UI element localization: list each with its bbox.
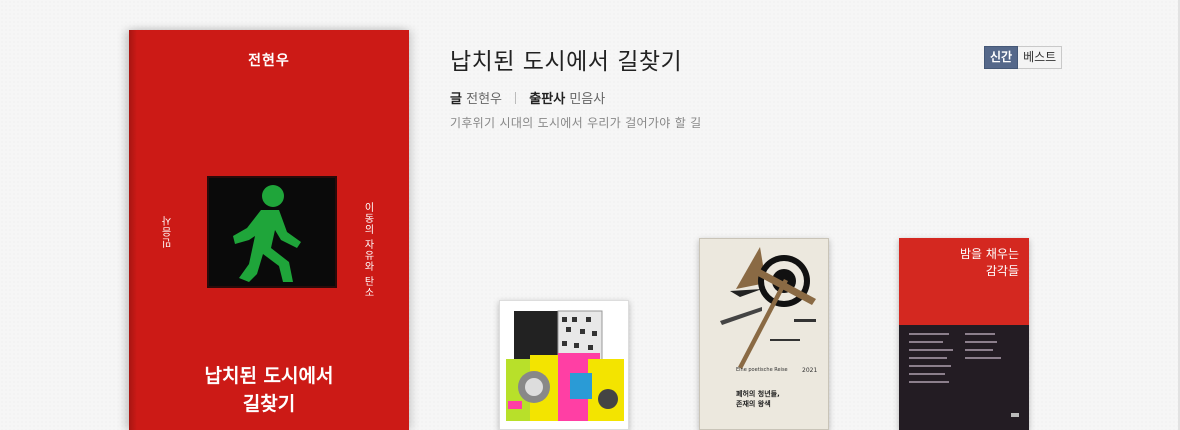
- thumb-book-2-title: 폐허의 청년들, 존재의 왕색: [736, 389, 780, 409]
- cover-subtitle-spine: 이동의 자유와 탄소: [362, 202, 373, 299]
- publisher-label: 출판사: [529, 92, 566, 107]
- thumb-book-3-title-line1: 밤을 채우는: [959, 247, 1019, 261]
- list-toggle: 신간 베스트: [984, 46, 1063, 69]
- thumb-book-3-title: 밤을 채우는 감각들: [909, 246, 1019, 280]
- thumb-book-3[interactable]: 밤을 채우는 감각들: [899, 238, 1029, 430]
- tab-bestsellers[interactable]: 베스트: [1018, 46, 1063, 69]
- walking-person-icon: [207, 176, 337, 288]
- cover-title-line2: 길찾기: [242, 393, 296, 415]
- cover-publisher-spine: 민음사: [163, 215, 174, 248]
- book-description: 기후위기 시대의 도시에서 우리가 걸어가야 할 길: [450, 116, 702, 130]
- new-books-banner: 전현우 민음사 이동의 자유와 탄소 납치된 도시에서 길찾기 납치된 도시에서…: [0, 0, 1180, 430]
- thumb-book-3-title-line2: 감각들: [985, 264, 1019, 278]
- thumb-book-2-title-line1: 폐허의 청년들,: [736, 390, 780, 398]
- cover-author: 전현우: [248, 53, 290, 69]
- author-name[interactable]: 전현우: [466, 92, 502, 107]
- thumb-book-3-text-lines: [909, 333, 1019, 417]
- thumb-book-3-contents: [899, 325, 1029, 430]
- thumb-book-2[interactable]: Eine poetische Reise 2021 폐허의 청년들, 존재의 왕…: [699, 238, 829, 430]
- book-title[interactable]: 납치된 도시에서 길찾기: [450, 42, 682, 76]
- tab-new-books[interactable]: 신간: [984, 46, 1019, 69]
- thumb-book-1[interactable]: [499, 300, 629, 430]
- cover-title-line1: 납치된 도시에서: [204, 365, 334, 387]
- thumb-book-1-art: [506, 310, 624, 421]
- publisher-name[interactable]: 민음사: [569, 92, 605, 107]
- meta-divider: [515, 92, 517, 104]
- cover-title: 납치된 도시에서 길찾기: [129, 362, 409, 418]
- featured-book-cover[interactable]: 전현우 민음사 이동의 자유와 탄소 납치된 도시에서 길찾기: [129, 30, 409, 430]
- thumb-book-2-year: 2021: [802, 367, 818, 374]
- book-meta: 글 전현우 출판사 민음사: [450, 88, 605, 107]
- author-label: 글: [450, 92, 462, 107]
- thumb-book-2-title-line2: 존재의 왕색: [736, 400, 771, 408]
- svg-text:Eine poetische Reise: Eine poetische Reise: [736, 367, 788, 373]
